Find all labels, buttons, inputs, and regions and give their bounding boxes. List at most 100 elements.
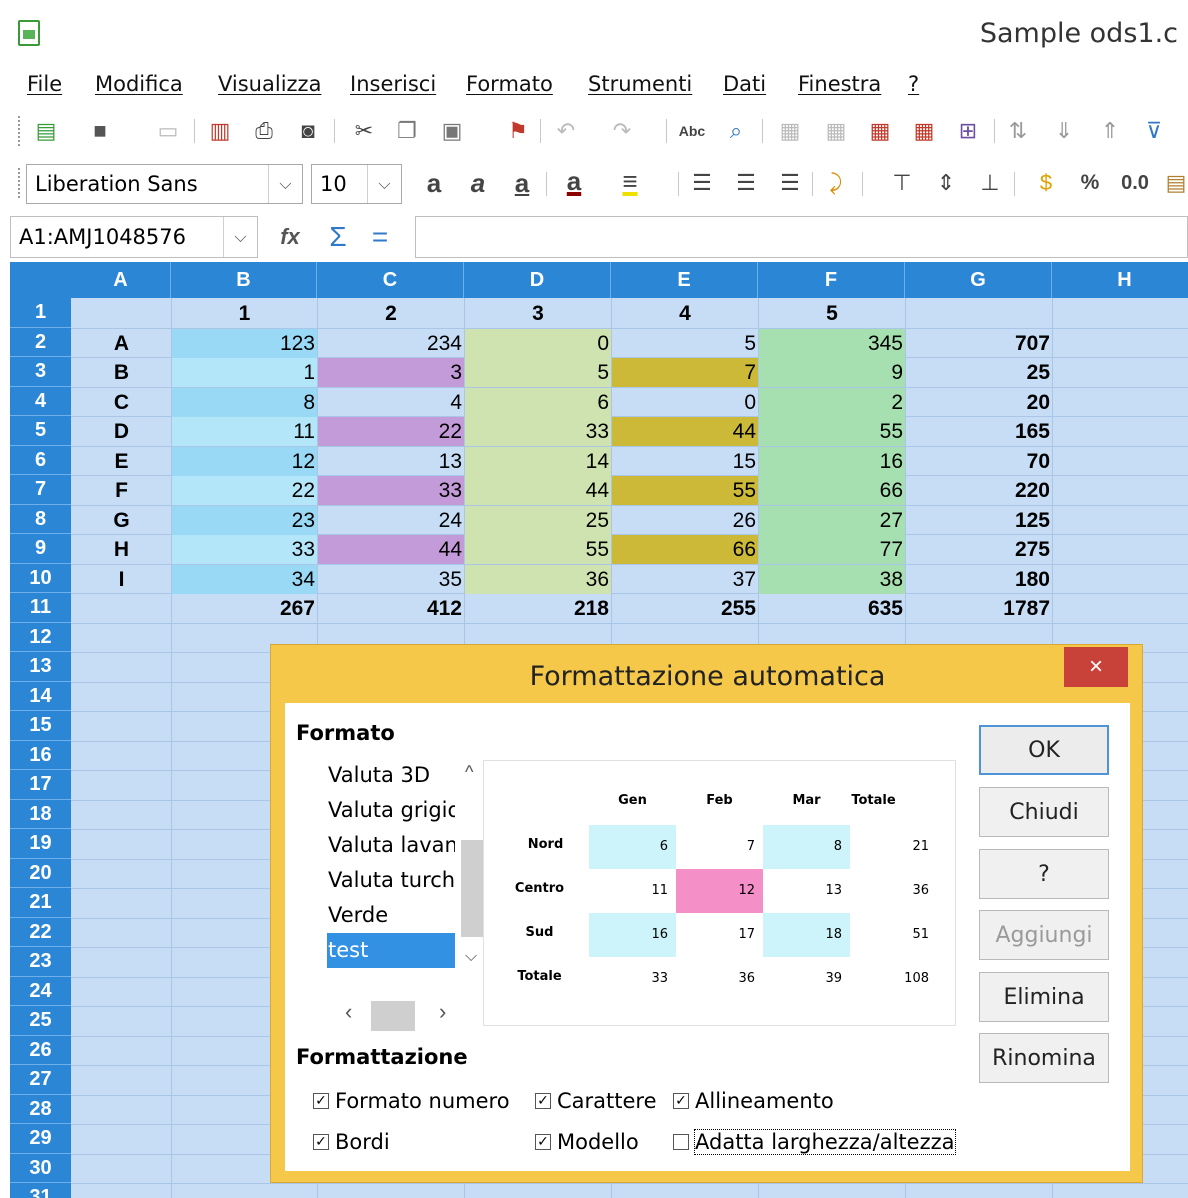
data-cell[interactable]: 13 (318, 447, 464, 476)
menu-help[interactable]: ? (908, 72, 919, 96)
autofit-width-height-checkbox[interactable]: Adatta larghezza/altezza (673, 1127, 956, 1157)
data-cell[interactable]: 33 (318, 476, 464, 505)
number-format-icon[interactable]: 0.0 (1116, 168, 1154, 198)
row-header[interactable]: 15 (10, 711, 71, 741)
sort-descending-icon[interactable]: ⇑ (1096, 116, 1124, 146)
print-icon[interactable]: ⎙ (250, 116, 278, 146)
column-total-cell[interactable]: 1787 (906, 594, 1052, 623)
chevron-right-icon[interactable]: › (439, 999, 446, 1025)
row-header[interactable]: 19 (10, 829, 71, 859)
align-top-icon[interactable]: ⊤ (888, 168, 916, 198)
list-item[interactable]: Valuta grigio (327, 793, 455, 828)
close-button[interactable]: Chiudi (979, 787, 1109, 837)
delete-button[interactable]: Elimina (979, 972, 1109, 1022)
chevron-down-icon[interactable]: ⌵ (223, 217, 257, 257)
data-cell[interactable]: 35 (318, 565, 464, 594)
data-cell[interactable]: 11 (172, 417, 317, 446)
number-format-checkbox[interactable]: ✓ Formato numero (313, 1086, 510, 1116)
column-header-h[interactable]: H (1052, 262, 1188, 298)
center-vertically-icon[interactable]: ⇕ (932, 168, 960, 198)
row-header[interactable]: 9 (10, 534, 71, 564)
font-color-icon[interactable]: a (560, 166, 588, 196)
row-icon[interactable]: ▦ (776, 116, 804, 146)
row-header[interactable]: 8 (10, 504, 71, 534)
row-header[interactable]: 11 (10, 593, 71, 623)
function-wizard-icon[interactable]: fx (276, 222, 304, 252)
wrap-text-icon[interactable]: ⤸ (822, 168, 850, 198)
menu-inserisci[interactable]: Inserisci (350, 72, 436, 96)
find-replace-icon[interactable]: ⌕ (722, 116, 750, 146)
italic-icon[interactable]: a (464, 168, 492, 198)
data-cell[interactable]: 14 (465, 446, 611, 476)
paste-icon[interactable]: ▣ (438, 116, 466, 146)
scrollbar-thumb[interactable] (371, 1001, 415, 1031)
row-label-cell[interactable]: C (72, 388, 171, 417)
data-cell[interactable]: 1 (172, 358, 317, 387)
column-header-g[interactable]: G (905, 262, 1052, 298)
delete-rows-icon[interactable]: ▦ (866, 116, 894, 146)
underline-icon[interactable]: a (508, 168, 536, 198)
open-icon[interactable]: ■ (86, 116, 114, 146)
pattern-checkbox[interactable]: ✓ Modello (535, 1127, 639, 1157)
list-item[interactable]: Valuta lavanda (327, 828, 455, 863)
column-total-cell[interactable]: 267 (172, 594, 317, 623)
menu-visualizza[interactable]: Visualizza (218, 72, 321, 96)
row-total-cell[interactable]: 180 (906, 565, 1052, 594)
list-item[interactable]: Valuta turchese (327, 863, 455, 898)
row-header[interactable]: 25 (10, 1006, 71, 1036)
data-cell[interactable]: 26 (612, 506, 758, 535)
row-label-cell[interactable]: F (72, 476, 171, 505)
chevron-down-icon[interactable]: ⌵ (367, 165, 401, 203)
data-cell[interactable]: 25 (465, 505, 611, 535)
row-header[interactable]: 20 (10, 858, 71, 888)
redo-icon[interactable]: ↷ (608, 116, 636, 146)
header-cell[interactable]: 5 (759, 299, 905, 328)
data-cell[interactable]: 6 (465, 387, 611, 417)
row-header[interactable]: 27 (10, 1065, 71, 1095)
row-label-cell[interactable]: H (72, 535, 171, 564)
save-icon[interactable]: ▭ (154, 116, 182, 146)
menu-file[interactable]: File (27, 72, 62, 96)
data-cell[interactable]: 22 (318, 417, 464, 446)
data-cell[interactable]: 23 (172, 505, 317, 535)
data-cell[interactable]: 345 (759, 328, 905, 358)
row-header[interactable]: 6 (10, 445, 71, 475)
ok-button[interactable]: OK (979, 725, 1109, 775)
name-box[interactable]: A1:AMJ1048576 ⌵ (10, 216, 258, 258)
export-pdf-icon[interactable]: ▥ (206, 116, 234, 146)
data-cell[interactable]: 66 (759, 476, 905, 505)
row-total-cell[interactable]: 707 (906, 329, 1052, 358)
row-header[interactable]: 17 (10, 770, 71, 800)
row-header[interactable]: 30 (10, 1153, 71, 1183)
row-header[interactable]: 4 (10, 386, 71, 416)
currency-format-icon[interactable]: $ (1032, 168, 1060, 198)
data-cell[interactable]: 0 (612, 388, 758, 417)
header-cell[interactable]: 3 (465, 299, 611, 328)
font-size-combo[interactable]: 10 ⌵ (311, 164, 402, 204)
header-cell[interactable]: 4 (612, 299, 758, 328)
data-cell[interactable]: 55 (465, 535, 611, 564)
data-cell[interactable]: 22 (172, 476, 317, 505)
borders-checkbox[interactable]: ✓ Bordi (313, 1127, 390, 1157)
format-list[interactable]: Valuta 3D Valuta grigio Valuta lavanda V… (311, 758, 491, 1031)
column-header-b[interactable]: B (171, 262, 317, 298)
data-cell[interactable]: 3 (318, 358, 464, 387)
data-cell[interactable]: 33 (172, 535, 317, 564)
row-label-cell[interactable]: G (72, 506, 171, 535)
formula-input[interactable] (415, 216, 1188, 258)
row-header[interactable]: 10 (10, 563, 71, 593)
cut-icon[interactable]: ✂ (350, 116, 378, 146)
data-cell[interactable]: 15 (612, 447, 758, 476)
alignment-checkbox[interactable]: ✓ Allineamento (673, 1086, 834, 1116)
menu-modifica[interactable]: Modifica (95, 72, 183, 96)
row-header[interactable]: 31 (10, 1183, 71, 1198)
row-header[interactable]: 29 (10, 1124, 71, 1154)
data-cell[interactable]: 234 (318, 329, 464, 358)
row-header[interactable]: 3 (10, 357, 71, 387)
data-cell[interactable]: 0 (465, 328, 611, 358)
data-cell[interactable]: 33 (465, 417, 611, 446)
align-right-icon[interactable]: ☰ (776, 168, 804, 198)
column-header-c[interactable]: C (317, 262, 464, 298)
sum-icon[interactable]: Σ (324, 221, 352, 252)
select-all-corner[interactable] (10, 262, 71, 298)
